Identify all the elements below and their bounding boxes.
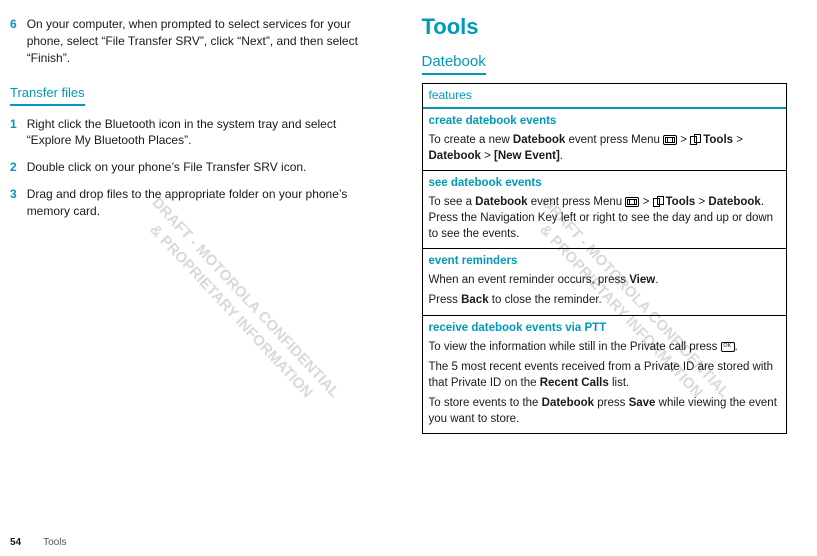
tools-heading: Tools (422, 12, 788, 43)
step-number: 6 (10, 16, 17, 66)
row-receive-ptt: receive datebook events via PTT To view … (423, 316, 787, 434)
row-create-datebook: create datebook events To create a new D… (423, 109, 787, 171)
row-body: To store events to the Datebook press Sa… (429, 395, 781, 427)
step-text: Drag and drop files to the appropriate f… (27, 186, 376, 220)
transfer-files-heading: Transfer files (10, 84, 85, 105)
datebook-heading: Datebook (422, 51, 486, 75)
row-title: event reminders (429, 253, 781, 269)
list-icon (653, 196, 664, 207)
step-number: 2 (10, 159, 17, 176)
row-body: To create a new Datebook event press Men… (429, 132, 781, 164)
step-text: Double click on your phone’s File Transf… (27, 159, 307, 176)
menu-key-icon (663, 135, 677, 145)
row-body: Press Back to close the reminder. (429, 292, 781, 308)
ok-key-icon (721, 342, 735, 352)
features-table: features create datebook events To creat… (422, 83, 788, 434)
row-title: receive datebook events via PTT (429, 320, 781, 336)
step-text: Right click the Bluetooth icon in the sy… (27, 116, 376, 150)
step-number: 3 (10, 186, 17, 220)
transfer-step-2: 2 Double click on your phone’s File Tran… (10, 159, 376, 176)
page-number: 54 (10, 536, 21, 550)
page-footer: 54 Tools (10, 536, 66, 550)
step-text: On your computer, when prompted to selec… (27, 16, 376, 66)
row-title: create datebook events (429, 113, 781, 129)
list-icon (690, 134, 701, 145)
transfer-step-1: 1 Right click the Bluetooth icon in the … (10, 116, 376, 150)
features-header: features (423, 84, 787, 109)
row-body: To see a Datebook event press Menu > Too… (429, 194, 781, 242)
step-number: 1 (10, 116, 17, 150)
footer-section: Tools (43, 536, 66, 550)
step-6: 6 On your computer, when prompted to sel… (10, 16, 376, 66)
row-body: To view the information while still in t… (429, 339, 781, 355)
row-event-reminders: event reminders When an event reminder o… (423, 249, 787, 315)
row-body: When an event reminder occurs, press Vie… (429, 272, 781, 288)
transfer-step-3: 3 Drag and drop files to the appropriate… (10, 186, 376, 220)
row-see-datebook: see datebook events To see a Datebook ev… (423, 171, 787, 249)
row-body: The 5 most recent events received from a… (429, 359, 781, 391)
menu-key-icon (625, 197, 639, 207)
row-title: see datebook events (429, 175, 781, 191)
